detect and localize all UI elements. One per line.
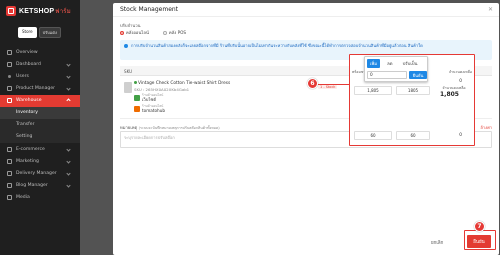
sidebar-item-warehouse[interactable]: Warehouse — [0, 94, 80, 107]
stock-adjust-highlight: พร้อมขาย จำนวนคงเหลือ 0 1,805 1805 จำนวน… — [349, 54, 475, 146]
sidebar-item-ecommerce[interactable]: E-commerce — [0, 143, 80, 155]
chevron-down-icon — [66, 183, 71, 188]
cancel-button[interactable]: ยกเลิก — [431, 239, 443, 246]
adjust-popover: เพิ่ม ลด ปรับเป็น 0 ยืนยัน — [364, 56, 428, 82]
chevron-down-icon — [66, 62, 71, 67]
ecommerce-icon — [6, 146, 12, 152]
sidebar-item-label: Overview — [16, 49, 38, 55]
close-icon[interactable]: ✕ — [488, 6, 493, 13]
blog-icon — [6, 183, 12, 189]
sidebar-item-label: Marketing — [16, 158, 39, 164]
remaining-total: 1,805 — [440, 91, 459, 98]
status-dot-icon — [134, 81, 137, 84]
remaining-header: จำนวนคงเหลือ — [448, 70, 472, 74]
delivery-icon — [6, 170, 12, 176]
store-chip[interactable]: Store — [18, 27, 37, 38]
store-name: เว็บไซต์ — [142, 96, 157, 102]
popover-confirm-button[interactable]: ยืนยัน — [409, 71, 427, 79]
sidebar-item-blog-manager[interactable]: Blog Manager — [0, 180, 80, 192]
tomatohub-store-icon — [134, 105, 140, 112]
radio-label: คลัง POS — [168, 30, 187, 35]
sidebar-subitem-transfer[interactable]: Transfer — [0, 119, 80, 131]
brand[interactable]: KETSHOPฟาร์ม — [0, 0, 80, 22]
marketing-icon — [6, 158, 12, 164]
sidebar-item-label: Product Manager — [16, 86, 56, 92]
tab-set-to[interactable]: ปรับเป็น — [400, 59, 421, 68]
adjust-input[interactable]: 1805 — [396, 86, 430, 95]
dashboard-icon — [6, 61, 12, 67]
sidebar: KETSHOPฟาร์ม Store ปรับแต่ง Overview Das… — [0, 0, 80, 255]
store-tomatohub: ร้านค้าออนไลน์ tomatohub — [134, 104, 165, 113]
sidebar-item-media[interactable]: Media — [0, 192, 80, 204]
sidebar-item-label: Blog Manager — [16, 183, 48, 189]
callout-badge-6: 6 — [307, 78, 318, 89]
confirm-highlight — [464, 230, 496, 250]
sidebar-item-label: Media — [16, 195, 30, 201]
sidebar-item-overview[interactable]: Overview — [0, 46, 80, 58]
column-header-sku: SKU — [124, 68, 133, 74]
row2-available-input[interactable]: 60 — [354, 131, 392, 140]
info-icon — [124, 44, 128, 48]
radio-pos-warehouse[interactable]: คลัง POS — [162, 29, 187, 36]
customize-chip[interactable]: ปรับแต่ง — [38, 27, 61, 38]
warehouse-submenu: Inventory Transfer Setting — [0, 106, 80, 143]
adjust-amount-input[interactable]: 0 — [367, 71, 407, 79]
chevron-up-icon — [66, 98, 71, 103]
store-website: ร้านค้าออนไลน์ เว็บไซต์ — [134, 93, 163, 102]
radio-label: คลังออนไลน์ — [126, 30, 149, 35]
brand-name: KETSHOPฟาร์ม — [19, 8, 71, 15]
sidebar-item-product-manager[interactable]: Product Manager — [0, 83, 80, 95]
adjust-section-label: ปรับจำนวน — [120, 23, 141, 28]
chevron-down-icon — [66, 159, 71, 164]
radio-online-warehouse[interactable]: คลังออนไลน์ — [120, 29, 149, 36]
chevron-down-icon — [66, 86, 71, 91]
modal-title: Stock Management — [120, 6, 179, 13]
product-name: Vintage Check Cotton Tie-waist Shirt Dre… — [134, 81, 230, 86]
available-input[interactable]: 1,805 — [354, 86, 392, 95]
warehouse-radio-group: คลังออนไลน์ คลัง POS — [120, 29, 186, 36]
row2-adjust-input[interactable]: 60 — [396, 131, 430, 140]
sidebar-item-delivery-manager[interactable]: Delivery Manager — [0, 167, 80, 179]
sidebar-item-label: E-commerce — [16, 146, 45, 152]
product-icon — [6, 86, 12, 92]
sidebar-nav: Overview Dashboard Users Product Manager… — [0, 46, 80, 204]
sidebar-item-label: Delivery Manager — [16, 170, 57, 176]
callout-6-line — [318, 83, 349, 85]
store-name: tomatohub — [142, 107, 166, 113]
sidebar-subitem-inventory[interactable]: Inventory — [0, 106, 80, 119]
tab-add[interactable]: เพิ่ม — [367, 59, 381, 68]
sidebar-item-label: Users — [16, 73, 29, 79]
sidebar-item-dashboard[interactable]: Dashboard — [0, 58, 80, 70]
sidebar-item-users[interactable]: Users — [0, 70, 80, 82]
chevron-down-icon — [66, 171, 71, 176]
users-icon — [6, 73, 12, 79]
note-label: หมายเหตุ (ระบบจะบันทึกหมายเหตุการปรับสต๊… — [120, 125, 220, 130]
chevron-down-icon — [66, 74, 71, 79]
sidebar-item-marketing[interactable]: Marketing — [0, 155, 80, 167]
chevron-down-icon — [66, 146, 71, 152]
callout-badge-7: 7 — [474, 221, 485, 232]
website-store-icon — [134, 94, 140, 101]
ketshop-logo-icon — [6, 6, 16, 16]
radio-circle-icon — [120, 30, 124, 35]
modal-header: Stock Management — [113, 3, 499, 17]
warehouse-icon — [6, 98, 12, 104]
stock-badge: 1 - Stock — [318, 85, 338, 89]
store-switch: Store ปรับแต่ง — [0, 27, 80, 38]
overview-icon — [6, 49, 12, 55]
row2-remaining-value: 0 — [459, 133, 462, 138]
sidebar-item-label: Dashboard — [16, 61, 41, 67]
tab-reduce[interactable]: ลด — [384, 59, 395, 68]
radio-circle-icon — [162, 30, 167, 35]
sidebar-item-label: Warehouse — [16, 98, 42, 104]
note-clear-link[interactable]: ล้างค่า — [480, 124, 492, 131]
product-thumbnail — [124, 82, 132, 93]
adjust-mode-tabs: เพิ่ม ลด ปรับเป็น — [367, 59, 420, 68]
remaining-value: 0 — [459, 79, 462, 84]
sidebar-subitem-setting[interactable]: Setting — [0, 131, 80, 143]
product-sku: SKU : 265HX0A02XKb4Gab1 — [134, 87, 190, 92]
media-icon — [6, 195, 12, 201]
